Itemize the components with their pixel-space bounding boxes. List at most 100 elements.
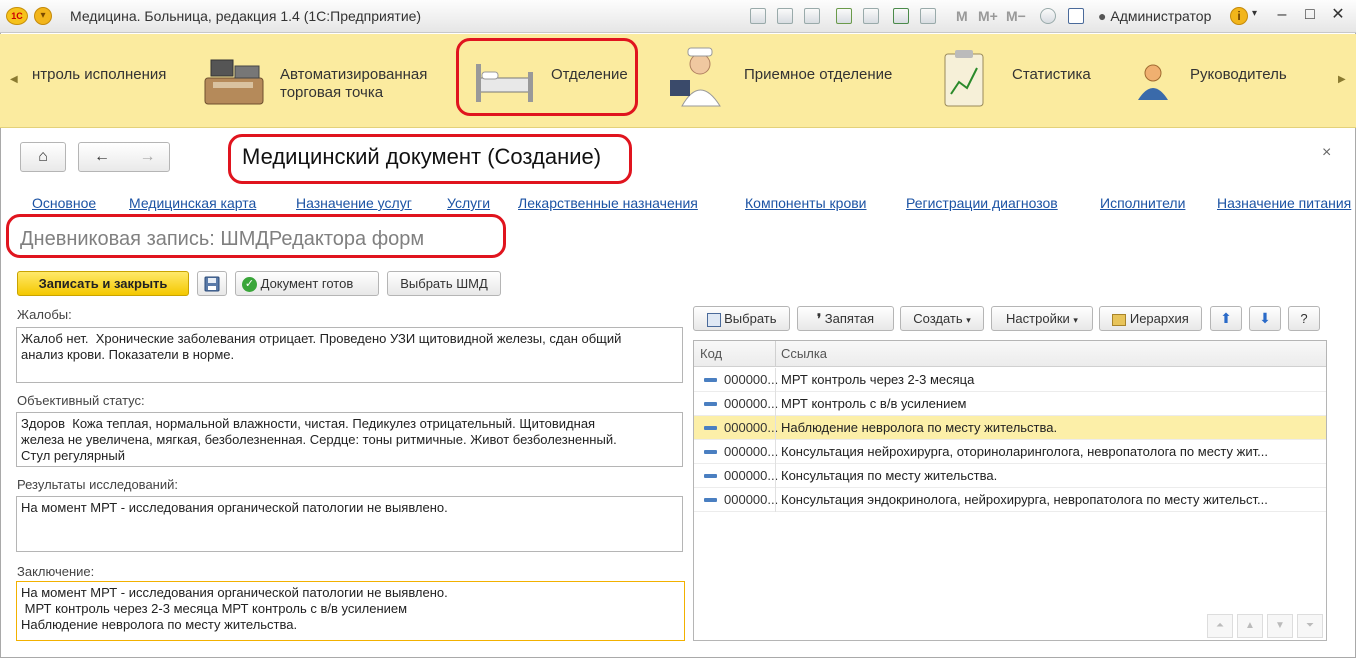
title-bar: 1С ▾ Медицина. Больница, редакция 1.4 (1… xyxy=(0,0,1356,33)
tab-medical-card[interactable]: Медицинская карта xyxy=(129,195,256,211)
section-admission[interactable]: Приемное отделение xyxy=(660,34,920,128)
maximize-button[interactable]: □ xyxy=(1300,5,1320,25)
info-icon[interactable]: i xyxy=(1230,7,1248,25)
complaints-field[interactable]: Жалоб нет. Хронические заболевания отриц… xyxy=(16,327,683,383)
doc-ready-label: Документ готов xyxy=(260,276,354,291)
item-marker-icon xyxy=(704,378,717,382)
objective-field[interactable]: Здоров Кожа теплая, нормальной влажности… xyxy=(16,412,683,467)
user-menu[interactable]: ● Администратор xyxy=(1098,8,1211,24)
close-window-button[interactable]: ✕ xyxy=(1328,5,1348,25)
close-form-button[interactable]: × xyxy=(1322,144,1331,162)
templates-table: Код Ссылка 000000... МРТ контроль через 2… xyxy=(693,340,1327,641)
conclusion-field[interactable]: На момент МРТ - исследования органическо… xyxy=(16,581,685,641)
chevron-down-icon[interactable]: ▾ xyxy=(1252,8,1257,19)
main-menu-button[interactable]: ▾ xyxy=(34,7,52,25)
zoom-icon[interactable] xyxy=(1040,8,1056,24)
comma-button[interactable]: ❜ Запятая xyxy=(797,306,894,331)
download-icon[interactable] xyxy=(836,8,852,24)
hierarchy-label: Иерархия xyxy=(1129,311,1189,326)
section-label: нтроль исполнения xyxy=(32,66,167,83)
move-up-button[interactable]: ⬆ xyxy=(1210,306,1242,331)
help-button[interactable]: ? xyxy=(1288,306,1320,331)
section-control[interactable]: нтроль исполнения xyxy=(20,34,190,128)
minimize-button[interactable]: – xyxy=(1272,5,1292,25)
tab-diagnoses[interactable]: Регистрации диагнозов xyxy=(906,195,1058,211)
item-marker-icon xyxy=(704,402,717,406)
hierarchy-button[interactable]: Иерархия xyxy=(1099,306,1202,331)
preview-icon[interactable] xyxy=(804,8,820,24)
scroll-down-button[interactable]: ▼ xyxy=(1267,614,1293,638)
section-manager[interactable]: Руководитель xyxy=(1130,34,1320,128)
table-row[interactable]: 000000... МРТ контроль через 2-3 месяца xyxy=(694,368,1326,392)
scroll-top-button[interactable]: ⏶ xyxy=(1207,614,1233,638)
row-code: 000000... xyxy=(724,396,779,411)
section-trade-point[interactable]: Автоматизированная торговая точка xyxy=(195,34,445,128)
save-close-button[interactable]: Записать и закрыть xyxy=(17,271,189,296)
tab-services-assign[interactable]: Назначение услуг xyxy=(296,195,412,211)
home-button[interactable]: ⌂ xyxy=(20,142,66,172)
row-code: 000000... xyxy=(724,372,779,387)
calculator-icon[interactable] xyxy=(893,8,909,24)
compare-icon[interactable] xyxy=(863,8,879,24)
row-code: 000000... xyxy=(724,468,779,483)
scroll-left-icon[interactable]: ◀ xyxy=(10,74,18,85)
section-label: Статистика xyxy=(1012,66,1091,83)
tab-performers[interactable]: Исполнители xyxy=(1100,195,1185,211)
section-label: Руководитель xyxy=(1190,66,1287,83)
table-scroll-controls: ⏶ ▲ ▼ ⏷ xyxy=(1207,614,1327,638)
table-row[interactable]: 000000... Консультация нейрохирурга, отор… xyxy=(694,440,1326,464)
settings-button[interactable]: Настройки ▾ xyxy=(991,306,1093,331)
conclusion-label: Заключение: xyxy=(17,564,95,579)
print-icon[interactable] xyxy=(777,8,793,24)
arrow-down-icon: ⬇ xyxy=(1259,310,1271,326)
row-ref: Консультация нейрохирурга, оториноларинг… xyxy=(781,444,1268,459)
table-row[interactable]: 000000... Наблюдение невролога по месту ж… xyxy=(694,416,1326,440)
item-marker-icon xyxy=(704,474,717,478)
item-marker-icon xyxy=(704,426,717,430)
table-row[interactable]: 000000... МРТ контроль с в/в усилением xyxy=(694,392,1326,416)
select-icon xyxy=(706,312,721,327)
memory-minus-button[interactable]: M− xyxy=(1006,8,1026,24)
row-ref: МРТ контроль через 2-3 месяца xyxy=(781,372,975,387)
highlight-subtitle xyxy=(6,214,506,258)
save-icon[interactable] xyxy=(750,8,766,24)
table-row[interactable]: 000000... Консультация по месту жительств… xyxy=(694,464,1326,488)
select-shmd-button[interactable]: Выбрать ШМД xyxy=(387,271,501,296)
column-code[interactable]: Код xyxy=(700,346,722,361)
calendar-icon[interactable] xyxy=(920,8,936,24)
tab-nutrition[interactable]: Назначение питания xyxy=(1217,195,1351,211)
scroll-up-button[interactable]: ▲ xyxy=(1237,614,1263,638)
move-down-button[interactable]: ⬇ xyxy=(1249,306,1281,331)
panel-layout-icon[interactable] xyxy=(1068,8,1084,24)
highlight-department xyxy=(456,38,638,116)
highlight-form-title xyxy=(228,134,632,184)
column-ref[interactable]: Ссылка xyxy=(781,346,827,361)
cash-register-icon xyxy=(204,59,264,105)
home-icon: ⌂ xyxy=(38,148,48,165)
save-button[interactable] xyxy=(197,271,227,296)
doc-ready-button[interactable]: ✓ Документ готов xyxy=(235,271,379,296)
section-statistics[interactable]: Статистика xyxy=(935,34,1115,128)
table-row[interactable]: 000000... Консультация эндокринолога, ней… xyxy=(694,488,1326,512)
back-button[interactable]: ← xyxy=(79,143,125,171)
cell-divider xyxy=(775,464,776,488)
memory-button[interactable]: M xyxy=(956,8,968,24)
tab-basic[interactable]: Основное xyxy=(32,195,96,211)
tab-services[interactable]: Услуги xyxy=(447,195,490,211)
results-field[interactable]: На момент МРТ - исследования органическо… xyxy=(16,496,683,552)
memory-plus-button[interactable]: M+ xyxy=(978,8,998,24)
chevron-down-icon: ▾ xyxy=(966,315,971,325)
tab-drugs[interactable]: Лекарственные назначения xyxy=(518,195,698,211)
forward-button[interactable]: → xyxy=(125,143,170,171)
scroll-bottom-button[interactable]: ⏷ xyxy=(1297,614,1323,638)
settings-label: Настройки xyxy=(1006,311,1070,326)
tab-blood[interactable]: Компоненты крови xyxy=(745,195,867,211)
history-nav: ← → xyxy=(78,142,170,172)
item-marker-icon xyxy=(704,498,717,502)
scroll-right-icon[interactable]: ▶ xyxy=(1338,74,1346,85)
create-button[interactable]: Создать ▾ xyxy=(900,306,984,331)
select-button[interactable]: Выбрать xyxy=(693,306,790,331)
cell-divider xyxy=(775,416,776,440)
doctor-icon xyxy=(670,47,721,107)
app-logo: 1С xyxy=(6,7,28,25)
